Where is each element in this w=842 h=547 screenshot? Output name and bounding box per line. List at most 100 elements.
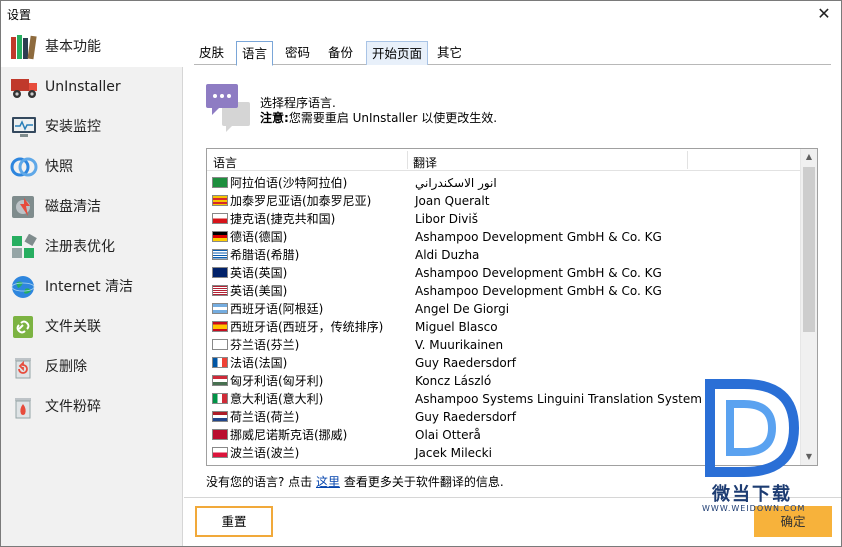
flag-fr-icon <box>212 357 228 368</box>
list-item[interactable]: 英语(英国) Ashampoo Development GmbH & Co. KG <box>207 264 801 282</box>
language-name: 荷兰语(荷兰) <box>230 410 300 424</box>
sidebar: 基本功能 UnInstaller 安装监控 快照 磁盘清洁 注册表优化 Inte… <box>1 27 183 546</box>
tab-other[interactable]: 其它 <box>432 41 467 65</box>
globe-icon <box>11 276 35 298</box>
language-name: 挪威尼诺斯克语(挪威) <box>230 428 348 442</box>
column-header-translator[interactable]: 翻译 <box>413 154 437 171</box>
disk-cleaner-icon <box>12 196 34 218</box>
books-icon <box>11 35 37 60</box>
sidebar-item-label: 基本功能 <box>45 39 101 55</box>
sidebar-item-file-association[interactable]: 文件关联 <box>1 307 183 347</box>
reset-button[interactable]: 重置 <box>195 506 273 537</box>
sidebar-item-file-shredder[interactable]: 文件粉碎 <box>1 387 183 427</box>
column-header-language[interactable]: 语言 <box>213 154 237 171</box>
language-name: 法语(法国) <box>230 356 288 370</box>
translator-name: Jacek Milecki <box>415 446 492 460</box>
flag-cz-icon <box>212 213 228 224</box>
sidebar-item-label: 文件粉碎 <box>45 399 101 415</box>
language-name: 希腊语(希腊) <box>230 248 300 262</box>
language-name: 波兰语(波兰) <box>230 446 300 460</box>
translator-name: Ashampoo Development GmbH & Co. KG <box>415 266 662 280</box>
list-item[interactable]: 芬兰语(芬兰) V. Muurikainen <box>207 336 801 354</box>
watermark: 微当下载 WWW.WEIDOWN.COM <box>694 376 814 516</box>
flag-no-icon <box>212 429 228 440</box>
list-item[interactable]: 西班牙语(阿根廷) Angel De Giorgi <box>207 300 801 318</box>
language-name: 意大利语(意大利) <box>230 392 324 406</box>
translation-info: 没有您的语言? 点击 这里 查看更多关于软件翻译的信息. <box>206 473 504 490</box>
language-name: 阿拉伯语(沙特阿拉伯) <box>230 176 348 190</box>
sidebar-item-disk-cleaner[interactable]: 磁盘清洁 <box>1 187 183 227</box>
translator-name: Libor Diviš <box>415 212 478 226</box>
watermark-url: WWW.WEIDOWN.COM <box>702 504 806 513</box>
translator-name: Angel De Giorgi <box>415 302 510 316</box>
translator-name: V. Muurikainen <box>415 338 504 352</box>
flag-it-icon <box>212 393 228 404</box>
list-item[interactable]: 阿拉伯语(沙特阿拉伯) انور الاسكندراني <box>207 174 801 192</box>
list-item[interactable]: 英语(美国) Ashampoo Development GmbH & Co. KG <box>207 282 801 300</box>
translator-name: Guy Raedersdorf <box>415 356 516 370</box>
scroll-up-arrow-icon[interactable]: ▲ <box>801 149 817 165</box>
language-name: 英语(英国) <box>230 266 288 280</box>
language-name: 加泰罗尼亚语(加泰罗尼亚) <box>230 194 372 208</box>
sidebar-item-label: 快照 <box>45 159 73 175</box>
sidebar-item-install-monitor[interactable]: 安装监控 <box>1 107 183 147</box>
list-item[interactable]: 法语(法国) Guy Raedersdorf <box>207 354 801 372</box>
sidebar-item-basic[interactable]: 基本功能 <box>1 27 183 67</box>
tab-skin[interactable]: 皮肤 <box>194 41 229 65</box>
list-item[interactable]: 西班牙语(西班牙，传统排序) Miguel Blasco <box>207 318 801 336</box>
column-divider[interactable] <box>407 151 408 169</box>
sidebar-item-undelete[interactable]: 反删除 <box>1 347 183 387</box>
list-item[interactable]: 加泰罗尼亚语(加泰罗尼亚) Joan Queralt <box>207 192 801 210</box>
monitor-icon <box>12 117 36 137</box>
flag-pl-icon <box>212 447 228 458</box>
shredder-bin-icon <box>15 398 31 419</box>
translator-name: Miguel Blasco <box>415 320 498 334</box>
watermark-text: 微当下载 <box>712 484 792 505</box>
sidebar-item-label: Internet 清洁 <box>45 279 134 295</box>
sidebar-item-registry[interactable]: 注册表优化 <box>1 227 183 267</box>
flag-sa-icon <box>212 177 228 188</box>
flag-gr-icon <box>212 249 228 260</box>
language-name: 捷克语(捷克共和国) <box>230 212 336 226</box>
sidebar-item-uninstaller[interactable]: UnInstaller <box>1 67 183 107</box>
translator-name: Ashampoo Development GmbH & Co. KG <box>415 284 662 298</box>
sidebar-item-label: 反删除 <box>45 359 87 375</box>
window-title: 设置 <box>7 8 32 22</box>
tab-language[interactable]: 语言 <box>236 41 274 66</box>
watermark-logo-icon <box>705 379 800 477</box>
translator-name: Ashampoo Systems Linguini Translation Sy… <box>415 392 702 406</box>
translator-name: Koncz László <box>415 374 492 388</box>
language-name: 西班牙语(西班牙，传统排序) <box>230 320 384 334</box>
column-divider[interactable] <box>687 151 688 169</box>
sidebar-item-label: 文件关联 <box>45 319 101 335</box>
list-item[interactable]: 捷克语(捷克共和国) Libor Diviš <box>207 210 801 228</box>
info-text-after: 查看更多关于软件翻译的信息. <box>340 475 504 489</box>
tab-bar: 皮肤 语言 密码 备份 开始页面 其它 <box>194 41 831 66</box>
language-name: 英语(美国) <box>230 284 288 298</box>
restart-note: 注意:您需要重启 UnInstaller 以使更改生效. <box>260 109 497 126</box>
scroll-thumb[interactable] <box>803 167 815 332</box>
file-link-icon <box>13 316 33 338</box>
flag-ca-icon <box>212 195 228 206</box>
flag-de-icon <box>212 231 228 242</box>
tab-backup[interactable]: 备份 <box>323 41 358 65</box>
list-item[interactable]: 德语(德国) Ashampoo Development GmbH & Co. KG <box>207 228 801 246</box>
sidebar-item-label: 注册表优化 <box>45 239 115 255</box>
close-icon[interactable]: ✕ <box>813 3 835 25</box>
list-header: 语言 翻译 <box>207 149 801 171</box>
translator-name: Aldi Duzha <box>415 248 480 262</box>
snapshot-rings-icon <box>10 157 38 177</box>
here-link[interactable]: 这里 <box>316 475 340 489</box>
flag-gb-icon <box>212 267 228 278</box>
info-text-before: 没有您的语言? 点击 <box>206 475 316 489</box>
tab-start-page[interactable]: 开始页面 <box>366 41 429 65</box>
language-name: 芬兰语(芬兰) <box>230 338 300 352</box>
sidebar-item-snapshot[interactable]: 快照 <box>1 147 183 187</box>
sidebar-item-internet-cleaner[interactable]: Internet 清洁 <box>1 267 183 307</box>
translator-name: Joan Queralt <box>415 194 490 208</box>
uninstaller-truck-icon <box>11 79 37 98</box>
translator-name: انور الاسكندراني <box>415 176 497 190</box>
list-item[interactable]: 希腊语(希腊) Aldi Duzha <box>207 246 801 264</box>
tab-password[interactable]: 密码 <box>280 41 315 65</box>
flag-us-icon <box>212 285 228 296</box>
